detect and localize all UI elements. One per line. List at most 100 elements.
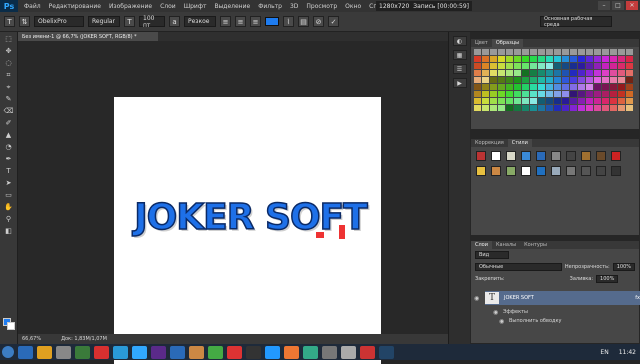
marquee-tool-icon[interactable]: ⬚ [2, 34, 16, 44]
swatch[interactable] [514, 98, 521, 104]
swatch[interactable] [618, 91, 625, 97]
swatch[interactable] [562, 98, 569, 104]
layer-fx-icon[interactable]: fx [635, 295, 640, 301]
swatch[interactable] [554, 91, 561, 97]
swatch[interactable] [514, 91, 521, 97]
swatch[interactable] [546, 70, 553, 76]
history-panel-icon[interactable]: ☰ [452, 64, 467, 74]
skype-icon[interactable] [113, 345, 128, 359]
app-icon[interactable] [303, 345, 318, 359]
swatch[interactable] [626, 98, 633, 104]
swatch[interactable] [554, 56, 561, 62]
zoom-level[interactable]: 66,67% [22, 336, 41, 342]
swatch[interactable] [618, 49, 625, 55]
swatch[interactable] [498, 105, 505, 111]
style-preset[interactable] [551, 151, 561, 161]
app-icon[interactable] [151, 345, 166, 359]
swatch[interactable] [618, 56, 625, 62]
character-panel-icon[interactable]: ▤ [298, 16, 309, 27]
font-style-select[interactable]: Regular [88, 16, 120, 27]
pen-tool-icon[interactable]: ✒ [2, 154, 16, 164]
swatch[interactable] [626, 49, 633, 55]
style-preset[interactable] [566, 166, 576, 176]
app-icon[interactable] [322, 345, 337, 359]
swatch[interactable] [546, 63, 553, 69]
swatch[interactable] [626, 84, 633, 90]
swatch[interactable] [586, 56, 593, 62]
swatch[interactable] [554, 77, 561, 83]
swatch[interactable] [626, 63, 633, 69]
swatch[interactable] [538, 70, 545, 76]
swatch[interactable] [602, 77, 609, 83]
swatch[interactable] [490, 63, 497, 69]
swatch[interactable] [490, 70, 497, 76]
swatch[interactable] [578, 49, 585, 55]
swatch[interactable] [626, 91, 633, 97]
swatch[interactable] [602, 91, 609, 97]
start-button[interactable] [2, 346, 14, 358]
dodge-tool-icon[interactable]: ◔ [2, 142, 16, 152]
swatches-panel-icon[interactable]: ▦ [452, 50, 467, 60]
swatch[interactable] [594, 77, 601, 83]
swatch[interactable] [474, 91, 481, 97]
swatch[interactable] [618, 70, 625, 76]
app-icon[interactable] [189, 345, 204, 359]
steam-icon[interactable] [246, 345, 261, 359]
swatch[interactable] [586, 70, 593, 76]
swatch[interactable] [546, 77, 553, 83]
document-tab[interactable]: Без имени-1 @ 66,7% (JOKER SOFT, RGB/8) … [18, 32, 158, 41]
swatch[interactable] [514, 105, 521, 111]
swatch[interactable] [474, 49, 481, 55]
swatch[interactable] [578, 98, 585, 104]
style-preset[interactable] [566, 151, 576, 161]
commit-icon[interactable]: ✓ [328, 16, 339, 27]
swatch[interactable] [578, 77, 585, 83]
swatch[interactable] [626, 77, 633, 83]
swatch[interactable] [570, 91, 577, 97]
swatch[interactable] [522, 98, 529, 104]
swatch[interactable] [562, 77, 569, 83]
tab-color[interactable]: Цвет [471, 39, 492, 47]
style-preset[interactable] [476, 151, 486, 161]
app-icon[interactable] [265, 345, 280, 359]
maximize-icon[interactable]: □ [612, 1, 624, 10]
swatch[interactable] [530, 98, 537, 104]
media-icon[interactable] [56, 345, 71, 359]
swatch[interactable] [570, 63, 577, 69]
swatch[interactable] [482, 105, 489, 111]
shape-tool-icon[interactable]: ▭ [2, 190, 16, 200]
swatch[interactable] [498, 77, 505, 83]
warp-text-icon[interactable]: ⌇ [283, 16, 294, 27]
fill-input[interactable]: 100% [596, 275, 619, 283]
swatch[interactable] [522, 84, 529, 90]
swatch[interactable] [578, 56, 585, 62]
swatch[interactable] [586, 77, 593, 83]
clock[interactable]: 11:42 [619, 349, 636, 356]
eye-icon[interactable]: ◉ [474, 295, 479, 302]
swatch[interactable] [578, 105, 585, 111]
tab-paths[interactable]: Контуры [520, 241, 551, 249]
swatch[interactable] [490, 49, 497, 55]
swatch[interactable] [546, 49, 553, 55]
swatch[interactable] [522, 70, 529, 76]
swatch[interactable] [530, 63, 537, 69]
swatch[interactable] [570, 49, 577, 55]
canvas-text-layer[interactable]: JOKER SOFT [128, 196, 373, 239]
swatch[interactable] [482, 56, 489, 62]
align-center-icon[interactable]: ≡ [235, 16, 246, 27]
swatch[interactable] [602, 49, 609, 55]
opera-icon[interactable] [94, 345, 109, 359]
swatch[interactable] [498, 91, 505, 97]
swatch[interactable] [530, 91, 537, 97]
swatch[interactable] [570, 70, 577, 76]
style-preset[interactable] [491, 166, 501, 176]
crop-tool-icon[interactable]: ⌗ [2, 70, 16, 80]
swatch[interactable] [562, 84, 569, 90]
stamp-tool-icon[interactable]: ✐ [2, 118, 16, 128]
swatch[interactable] [538, 98, 545, 104]
swatch[interactable] [562, 56, 569, 62]
swatch[interactable] [626, 70, 633, 76]
swatch[interactable] [530, 105, 537, 111]
swatch[interactable] [554, 63, 561, 69]
quickmask-tool-icon[interactable]: ◧ [2, 226, 16, 236]
